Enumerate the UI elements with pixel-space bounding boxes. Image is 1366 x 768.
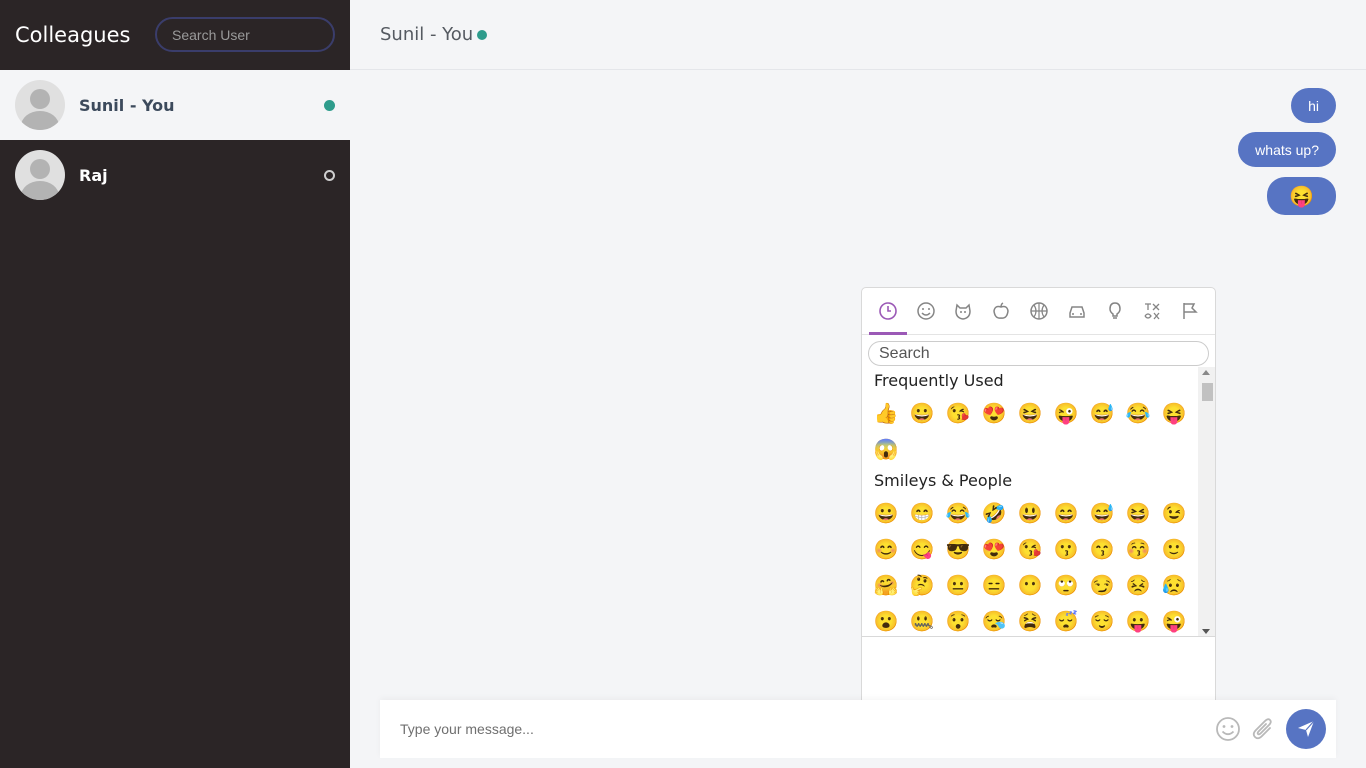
food-icon[interactable] — [982, 288, 1020, 335]
emoji-item[interactable]: 😜 — [1156, 603, 1192, 636]
flag-icon[interactable] — [1171, 288, 1209, 335]
emoji-item[interactable]: 😑 — [976, 567, 1012, 603]
activity-icon[interactable] — [1020, 288, 1058, 335]
emoji-item[interactable]: 😜 — [1048, 395, 1084, 431]
online-status-icon — [477, 29, 488, 40]
emoji-item[interactable]: 😆 — [1120, 495, 1156, 531]
emoji-item[interactable]: 😍 — [976, 395, 1012, 431]
emoji-item[interactable]: 😌 — [1084, 603, 1120, 636]
travel-icon[interactable] — [1058, 288, 1096, 335]
emoji-item[interactable]: 😝 — [1156, 395, 1192, 431]
emoji-item[interactable]: 😂 — [1120, 395, 1156, 431]
avatar — [15, 150, 65, 200]
scroll-down-icon[interactable] — [1202, 629, 1210, 634]
chat-title: Sunil - You — [380, 24, 474, 45]
emoji-item[interactable]: 😴 — [1048, 603, 1084, 636]
recent-icon[interactable] — [869, 288, 907, 335]
attachment-icon[interactable] — [1249, 715, 1277, 743]
emoji-grid: 👍 😀 😘 😍 😆 😜 😅 😂 😝 😱 — [862, 395, 1202, 467]
emoji-item[interactable]: 😙 — [1084, 531, 1120, 567]
message-bubble: 😝 — [1267, 177, 1336, 215]
emoji-item[interactable]: 😫 — [1012, 603, 1048, 636]
emoji-item[interactable]: 🤐 — [904, 603, 940, 636]
user-name: Raj — [79, 165, 108, 185]
emoji-item[interactable]: 🤗 — [868, 567, 904, 603]
emoji-button-icon[interactable] — [1214, 715, 1242, 743]
section-title: Smileys & People — [874, 471, 1013, 490]
emoji-item[interactable]: 😣 — [1120, 567, 1156, 603]
emoji-item[interactable]: 😘 — [1012, 531, 1048, 567]
emoji-item[interactable]: 😍 — [976, 531, 1012, 567]
scroll-up-icon[interactable] — [1202, 370, 1210, 375]
scroll-thumb[interactable] — [1202, 383, 1213, 401]
emoji-item[interactable]: 😀 — [904, 395, 940, 431]
emoji-item[interactable]: 😃 — [1012, 495, 1048, 531]
emoji-item[interactable]: 😉 — [1156, 495, 1192, 531]
object-icon[interactable] — [1096, 288, 1134, 335]
emoji-item[interactable]: 😋 — [904, 531, 940, 567]
emoji-item[interactable]: 😱 — [868, 431, 904, 467]
emoji-item[interactable]: 😆 — [1012, 395, 1048, 431]
send-icon — [1298, 720, 1315, 737]
emoji-item[interactable]: 😅 — [1084, 395, 1120, 431]
emoji-item[interactable]: 😚 — [1120, 531, 1156, 567]
animal-icon[interactable] — [945, 288, 983, 335]
emoji-item[interactable]: 🤔 — [904, 567, 940, 603]
emoji-item[interactable]: 😅 — [1084, 495, 1120, 531]
avatar — [15, 80, 65, 130]
user-item-raj[interactable]: Raj — [0, 140, 350, 210]
emoji-item[interactable]: 🙄 — [1048, 567, 1084, 603]
emoji-item[interactable]: 😥 — [1156, 567, 1192, 603]
emoji-picker: Frequently Used 👍😀😘😍😆😜😅😂😝😱 Smileys & Peo… — [861, 287, 1216, 709]
smiley-icon[interactable] — [907, 288, 945, 335]
emoji-item[interactable]: 😀 — [868, 495, 904, 531]
emoji-item[interactable]: 😛 — [1120, 603, 1156, 636]
sidebar: Colleagues Sunil - You Raj — [0, 0, 350, 768]
emoji-search-input[interactable] — [868, 341, 1209, 366]
emoji-item[interactable]: 😘 — [940, 395, 976, 431]
chat-header: Sunil - You — [350, 0, 1366, 70]
message-bubble: whats up? — [1238, 132, 1336, 167]
send-button[interactable] — [1286, 709, 1326, 749]
user-name: Sunil - You — [79, 95, 175, 115]
emoji-item[interactable]: 🙂 — [1156, 531, 1192, 567]
emoji-item[interactable]: 😄 — [1048, 495, 1084, 531]
emoji-item[interactable]: 😂 — [940, 495, 976, 531]
emoji-item[interactable]: 🤣 — [976, 495, 1012, 531]
emoji-item[interactable]: 😐 — [940, 567, 976, 603]
symbol-icon[interactable] — [1134, 288, 1172, 335]
emoji-category-bar — [862, 288, 1215, 335]
emoji-item[interactable]: 😮 — [868, 603, 904, 636]
emoji-item[interactable]: 😁 — [904, 495, 940, 531]
message-input-bar — [380, 700, 1336, 758]
emoji-list[interactable]: Frequently Used 👍 😀 😘 😍 😆 😜 😅 😂 😝 😱 Smileys & Peo… — [862, 367, 1215, 637]
offline-status-icon — [324, 169, 335, 181]
section-title: Frequently Used — [874, 371, 1004, 390]
online-status-icon — [324, 99, 335, 111]
emoji-item[interactable]: 😊 — [868, 531, 904, 567]
message-bubble: hi — [1291, 88, 1336, 123]
emoji-grid: 😀 😁 😂 🤣 😃 😄 😅 😆 😉 😊 😋 😎 😍 😘 😗 😙 😚 🙂 🤗 🤔 😐 😑 😶 🙄 😏 😣 😥 😮 🤐 😯 😪 😫 😴 😌 😛 😜 — [862, 495, 1202, 636]
emoji-item[interactable]: 😎 — [940, 531, 976, 567]
emoji-item[interactable]: 😪 — [976, 603, 1012, 636]
message-input[interactable] — [400, 721, 1200, 737]
emoji-item[interactable]: 😯 — [940, 603, 976, 636]
emoji-item[interactable]: 😶 — [1012, 567, 1048, 603]
emoji-scrollbar[interactable] — [1198, 367, 1215, 636]
category-active-indicator — [869, 332, 907, 335]
emoji-item[interactable]: 👍 — [868, 395, 904, 431]
emoji-item[interactable]: 😗 — [1048, 531, 1084, 567]
search-user-input[interactable] — [155, 17, 335, 52]
user-item-sunil[interactable]: Sunil - You — [0, 70, 350, 140]
emoji-item[interactable]: 😏 — [1084, 567, 1120, 603]
sidebar-title: Colleagues — [15, 23, 131, 47]
